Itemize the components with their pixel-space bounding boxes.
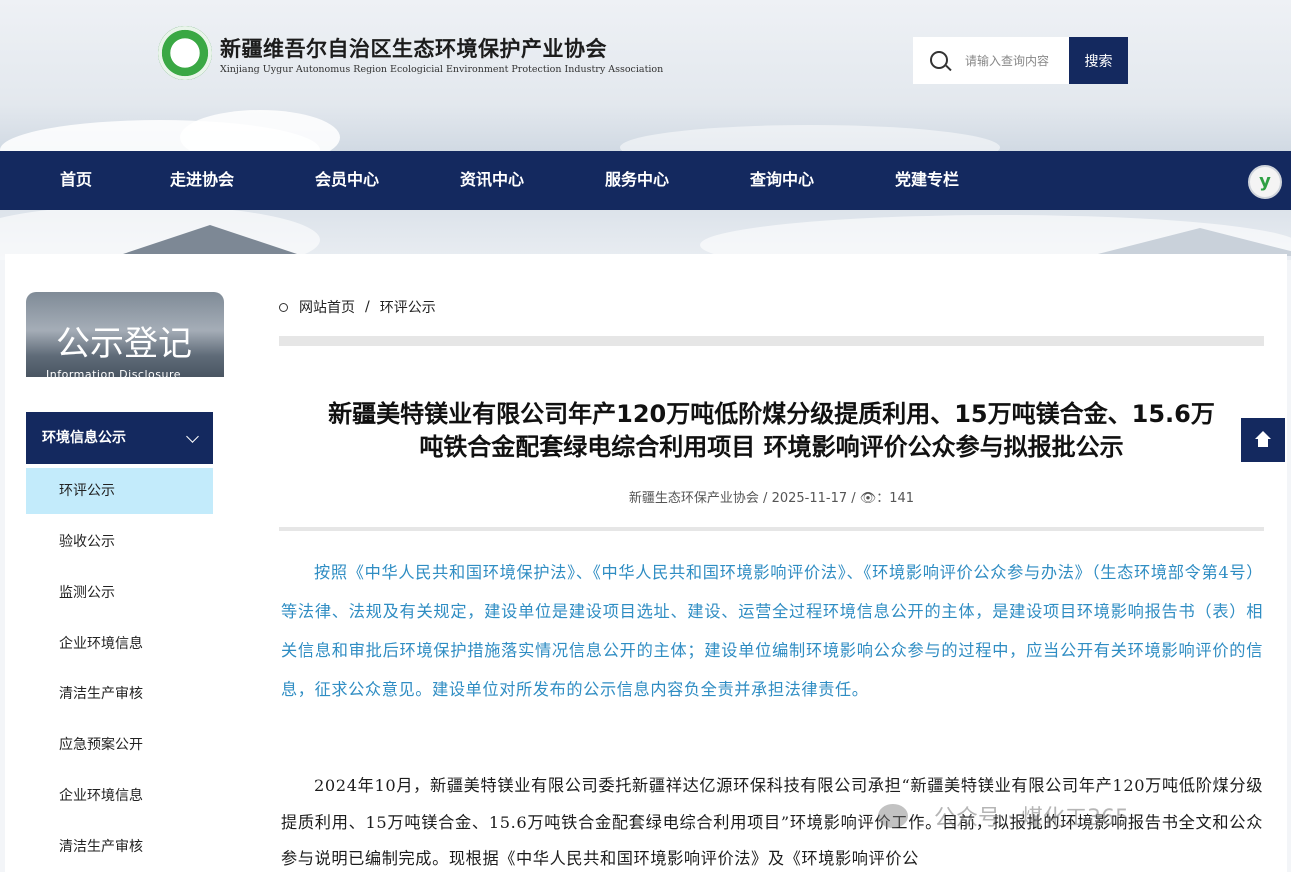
circle-icon bbox=[279, 302, 288, 312]
breadcrumb: 网站首页 / 环评公示 bbox=[279, 297, 436, 317]
sidebar-item-monitoring[interactable]: 监测公示 bbox=[26, 570, 213, 616]
home-button[interactable] bbox=[1241, 418, 1285, 462]
divider bbox=[279, 527, 1264, 531]
watermark: 公众号 · 煤化工365 bbox=[878, 800, 1129, 832]
breadcrumb-current[interactable]: 环评公示 bbox=[380, 297, 436, 317]
search-input[interactable] bbox=[965, 37, 1069, 84]
wechat-icon bbox=[878, 804, 908, 828]
article-title-line: 吨铁合金配套绿电综合利用项目 环境影响评价公众参与拟报批公示 bbox=[419, 433, 1124, 461]
chevron-down-icon bbox=[186, 430, 199, 443]
sidebar-banner-title: 公示登记 bbox=[56, 324, 192, 364]
search-box: 搜索 bbox=[913, 37, 1128, 84]
nav-item-home[interactable]: 首页 bbox=[60, 151, 92, 210]
association-logo[interactable] bbox=[158, 26, 212, 80]
home-icon bbox=[1255, 431, 1271, 439]
sidebar-item-cleaner-production-2[interactable]: 清洁生产审核 bbox=[26, 824, 213, 870]
breadcrumb-home-link[interactable]: 网站首页 bbox=[299, 297, 355, 317]
site-title: 新疆维吾尔自治区生态环境保护产业协会 bbox=[220, 37, 607, 61]
nav-item-query[interactable]: 查询中心 bbox=[750, 151, 814, 210]
home-icon-body bbox=[1258, 439, 1268, 447]
nav-item-about[interactable]: 走进协会 bbox=[170, 151, 234, 210]
breadcrumb-separator: / bbox=[365, 299, 370, 315]
nav-item-services[interactable]: 服务中心 bbox=[605, 151, 669, 210]
article-title-line: 新疆美特镁业有限公司年产120万吨低阶煤分级提质利用、15万吨镁合金、15.6万 bbox=[328, 400, 1215, 428]
nav-item-news[interactable]: 资讯中心 bbox=[460, 151, 524, 210]
site-subtitle: Xinjiang Uygur Autonomus Region Ecologic… bbox=[220, 64, 664, 75]
sidebar-banner: 公示登记 Information Disclosure bbox=[26, 292, 224, 377]
sidebar-section-header[interactable]: 环境信息公示 bbox=[26, 412, 213, 464]
sidebar-item-emergency-plan[interactable]: 应急预案公开 bbox=[26, 722, 213, 768]
search-icon[interactable] bbox=[913, 37, 965, 84]
main-nav: 首页 走进协会 会员中心 资讯中心 服务中心 查询中心 党建专栏 bbox=[0, 151, 1291, 210]
sidebar-item-acceptance[interactable]: 验收公示 bbox=[26, 519, 213, 565]
mountain-decoration bbox=[1090, 228, 1291, 256]
mountain-decoration bbox=[120, 225, 300, 255]
search-button[interactable]: 搜索 bbox=[1069, 37, 1128, 84]
sidebar-item-eia[interactable]: 环评公示 bbox=[26, 468, 213, 514]
sidebar-item-cleaner-production[interactable]: 清洁生产审核 bbox=[26, 671, 213, 717]
extension-badge-icon[interactable]: y bbox=[1248, 165, 1282, 199]
article-meta: 新疆生态环保产业协会 / 2025-11-17 / 👁：141 bbox=[628, 491, 915, 506]
sidebar-banner-subtitle: Information Disclosure bbox=[46, 368, 182, 377]
sidebar-section-title: 环境信息公示 bbox=[42, 430, 126, 446]
divider bbox=[279, 336, 1264, 346]
sidebar-item-enterprise-info-2[interactable]: 企业环境信息 bbox=[26, 773, 213, 819]
nav-item-members[interactable]: 会员中心 bbox=[315, 151, 379, 210]
article-title: 新疆美特镁业有限公司年产120万吨低阶煤分级提质利用、15万吨镁合金、15.6万… bbox=[279, 398, 1264, 464]
watermark-text: 公众号 · 煤化工365 bbox=[934, 806, 1129, 831]
nav-item-party[interactable]: 党建专栏 bbox=[895, 151, 959, 210]
sidebar-item-enterprise-info[interactable]: 企业环境信息 bbox=[26, 621, 213, 667]
article-paragraph: 按照《中华人民共和国环境保护法》、《中华人民共和国环境影响评价法》、《环境影响评… bbox=[281, 563, 1263, 699]
